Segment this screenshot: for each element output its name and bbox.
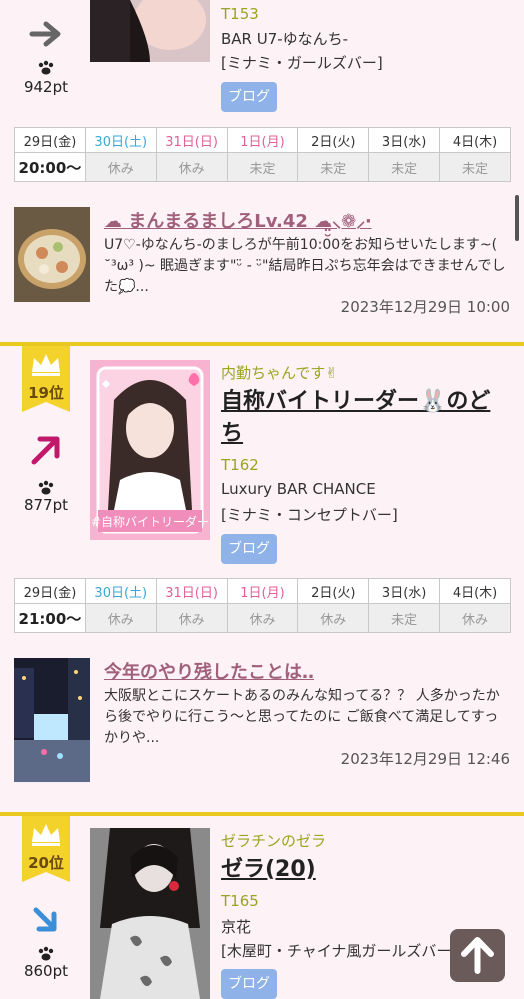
blog-thumbnail[interactable]	[14, 658, 90, 782]
arrow-up-icon	[461, 937, 494, 974]
day-header: 31日(日)	[155, 578, 228, 604]
schedule-table: 29日(金) 30日(土) 31日(日) 1日(月) 2日(火) 3日(水) 4…	[14, 578, 511, 633]
blog-post-title[interactable]: 今年のやり残したことは‥	[104, 658, 314, 684]
scroll-to-top-button[interactable]	[450, 929, 505, 982]
shift-cell: 21:00〜	[14, 603, 86, 633]
shop-area: [ミナミ・コンセプトバー]	[221, 506, 398, 524]
talent-number: T162	[221, 456, 259, 474]
day-header: 1日(月)	[226, 578, 299, 604]
schedule-table: 29日(金) 30日(土) 31日(日) 1日(月) 2日(火) 3日(水) 4…	[14, 127, 511, 182]
catchphrase: ゼラチンのゼラ	[221, 832, 327, 850]
day-header: 4日(木)	[439, 578, 511, 604]
girl-photo[interactable]	[90, 828, 210, 999]
talent-number: T153	[221, 5, 259, 23]
rank-badge: 20位	[22, 816, 70, 882]
shift-cell: 20:00〜	[14, 152, 86, 182]
scrollbar[interactable]	[515, 195, 519, 241]
blog-post-excerpt: U7♡-ゆなんち-のましろが午前10:00をお知らせいたします~( ˘³ω³ )…	[104, 237, 506, 295]
day-header: 29日(金)	[14, 578, 86, 604]
shift-cell: 未定	[439, 152, 511, 182]
arrow-up-right-icon	[31, 436, 60, 465]
shift-cell: 未定	[368, 603, 441, 633]
shift-cell: 未定	[297, 152, 370, 182]
girl-name[interactable]: ゼラ(20)	[221, 854, 511, 886]
points: 942pt	[23, 78, 69, 96]
shop-area: [ミナミ・ガールズバー]	[221, 54, 383, 72]
day-header: 30日(土)	[84, 127, 157, 153]
ranking-entry: 20位 860pt ゼラチンのゼラ ゼラ(20) T165 京花 [木屋町・チャ…	[0, 816, 524, 999]
points: 877pt	[23, 496, 69, 514]
arrow-right-icon	[29, 21, 61, 47]
shop-name[interactable]: BAR U7-ゆなんち-	[221, 28, 348, 49]
day-header: 3日(水)	[368, 127, 441, 153]
shift-cell: 休み	[84, 603, 157, 633]
blog-post-date: 2023年12月29日 12:46	[340, 750, 510, 768]
blog-post-title[interactable]: ☁ まんまるましろLv.42 ☁̤̮⸜❁⸝‧	[104, 207, 372, 233]
shift-cell: 未定	[368, 152, 441, 182]
catchphrase: 内勤ちゃんです✌	[221, 364, 338, 382]
blog-button[interactable]: ブログ	[221, 82, 277, 112]
ranking-entry: 942pt T153 BAR U7-ゆなんち- [ミナミ・ガールズバー] ブログ…	[0, 0, 524, 340]
shift-cell: 休み	[155, 603, 228, 633]
day-header: 3日(水)	[368, 578, 441, 604]
girl-photo[interactable]: #自称バイトリーダー	[90, 360, 210, 540]
rank-badge: 19位	[22, 346, 70, 412]
paw-icon	[38, 60, 54, 75]
blog-post-excerpt: 大阪駅とこにスケートあるのみんな知ってる？？ 人多かったから後でやりに行こう〜と…	[104, 688, 500, 746]
talent-number: T165	[221, 892, 259, 910]
day-header: 31日(日)	[155, 127, 228, 153]
photo-caption: #自称バイトリーダー	[91, 514, 209, 529]
shop-area: [木屋町・チャイナ風ガールズバー]	[221, 942, 451, 960]
day-header: 2日(火)	[297, 578, 370, 604]
points: 860pt	[23, 962, 69, 980]
shift-cell: 休み	[84, 152, 157, 182]
girl-photo[interactable]	[90, 0, 210, 62]
day-header: 1日(月)	[226, 127, 299, 153]
rank-label: 19位	[28, 384, 64, 402]
day-header: 30日(土)	[84, 578, 157, 604]
shop-name[interactable]: Luxury BAR CHANCE	[221, 480, 376, 498]
shift-cell: 休み	[155, 152, 228, 182]
day-header: 4日(木)	[439, 127, 511, 153]
ranking-entry: 19位 877pt #自称バイトリーダー 内勤ちゃんです✌ 自称バイトリーダー🐰…	[0, 346, 524, 810]
shift-cell: 休み	[226, 603, 299, 633]
girl-name[interactable]: 自称バイトリーダー🐰のどち	[221, 386, 511, 450]
rank-label: 20位	[28, 854, 64, 872]
day-header: 2日(火)	[297, 127, 370, 153]
shift-cell: 未定	[226, 152, 299, 182]
blog-thumbnail[interactable]	[14, 207, 90, 302]
arrow-down-right-icon	[33, 907, 57, 932]
shift-cell: 休み	[297, 603, 370, 633]
shift-cell: 休み	[439, 603, 511, 633]
paw-icon	[38, 946, 54, 961]
day-header: 29日(金)	[14, 127, 86, 153]
paw-icon	[38, 480, 54, 495]
shop-name[interactable]: 京花	[221, 916, 251, 937]
blog-button[interactable]: ブログ	[221, 969, 277, 999]
blog-post-date: 2023年12月29日 10:00	[340, 298, 510, 316]
blog-button[interactable]: ブログ	[221, 534, 277, 564]
